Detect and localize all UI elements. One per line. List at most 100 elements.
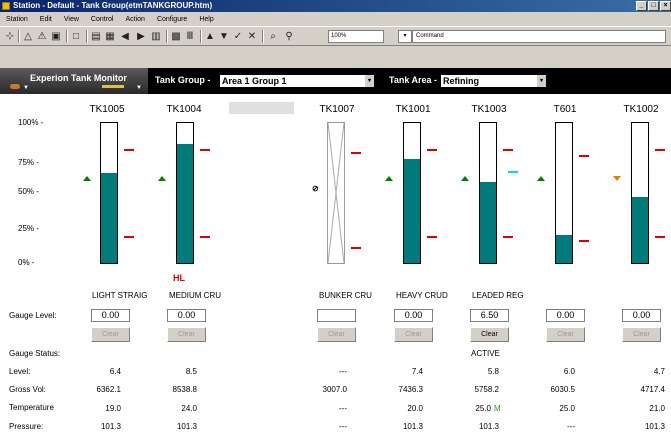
manual-flag: M (494, 404, 501, 413)
tank-fill (556, 235, 572, 263)
level-value: 6.4 (109, 367, 121, 376)
cancel-icon[interactable]: ✕ (246, 30, 258, 43)
acknowledge-icon[interactable]: ✓ (232, 30, 244, 43)
events-icon[interactable]: ▣ (50, 30, 62, 43)
clear-button[interactable]: Clear (317, 327, 356, 342)
faceplate-icon[interactable]: Ⅲ (184, 30, 196, 43)
trend-up-icon (461, 176, 469, 181)
temperature-value: --- (339, 404, 347, 413)
trend-icon[interactable]: ▩ (170, 30, 182, 43)
trend-warning-icon (613, 176, 621, 181)
clear-button[interactable]: Clear (167, 327, 206, 342)
zoom-dropdown[interactable]: ▾ (398, 30, 412, 43)
tank-fill (632, 197, 648, 263)
menu-action[interactable]: Action (119, 16, 150, 23)
clear-button[interactable]: Clear (394, 327, 433, 342)
alarm-summary-icon[interactable]: ⚠ (36, 30, 48, 43)
level-value: 7.4 (411, 367, 423, 376)
gauge-level-input[interactable]: 0.00 (622, 309, 661, 322)
pressure-value: --- (567, 422, 575, 431)
tank-area-select[interactable]: Refining ▾ (441, 75, 546, 87)
level-value: 5.8 (487, 367, 499, 376)
tank-gauge[interactable] (100, 122, 118, 264)
tank-name: TK1005 (89, 104, 125, 115)
high-alarm-mark (503, 149, 513, 151)
low-alarm-mark (124, 236, 134, 238)
trend-up-icon (158, 176, 166, 181)
lower-icon[interactable]: ▼ (218, 30, 230, 43)
page-down-icon[interactable]: ▦ (104, 30, 116, 43)
axis-tick-75: 75% - (18, 158, 39, 167)
back-icon[interactable]: ◀ (118, 30, 132, 43)
print-icon[interactable]: ▥ (150, 30, 162, 43)
menu-arrow-icon: ▼ (136, 85, 142, 91)
tank-name: T601 (553, 104, 577, 115)
tank-fill (480, 181, 496, 263)
axis-tick-0: 0% - (18, 258, 35, 267)
close-button[interactable]: × (660, 1, 671, 11)
tank-name: TK1004 (166, 104, 202, 115)
gauge-level-input[interactable]: 0.00 (91, 309, 130, 322)
tank-name: TK1007 (319, 104, 355, 115)
axis-tick-25: 25% - (18, 224, 39, 233)
chevron-down-icon[interactable]: ▾ (365, 75, 374, 87)
tank-gauge[interactable] (479, 122, 497, 264)
tank-gauge[interactable] (403, 122, 421, 264)
menu-view[interactable]: View (58, 16, 85, 23)
minimize-button[interactable]: _ (636, 1, 647, 11)
command-input[interactable]: Command (412, 30, 666, 43)
gauge-level-input[interactable]: 0.00 (394, 309, 433, 322)
menu-station[interactable]: Station (0, 16, 34, 23)
page-up-icon[interactable]: ▤ (90, 30, 102, 43)
axis-tick-100: 100% - (18, 118, 44, 127)
pressure-value: --- (339, 422, 347, 431)
gauge-level-input[interactable]: 0.00 (167, 309, 206, 322)
level-value: 6.0 (563, 367, 575, 376)
gauge-status-value: ACTIVE (471, 349, 500, 358)
trend-up-icon (385, 176, 393, 181)
tank-area-label: Tank Area - (389, 75, 438, 85)
pressure-value: 101.3 (644, 422, 665, 431)
toolbar-separator (86, 30, 88, 43)
search-icon[interactable]: ⌕ (266, 30, 280, 43)
pressure-value: 101.3 (100, 422, 121, 431)
brand-panel[interactable]: ▼ Experion Tank Monitor ▼ (0, 68, 148, 94)
tank-fill (177, 144, 193, 263)
forward-icon[interactable]: ▶ (134, 30, 148, 43)
clear-button[interactable]: Clear (546, 327, 585, 342)
clear-button[interactable]: Clear (91, 327, 130, 342)
high-alarm-mark (579, 155, 589, 157)
empty-slot (229, 102, 294, 114)
menu-edit[interactable]: Edit (34, 16, 58, 23)
window-title: Station - Default - Tank Group(etmTANKGR… (13, 1, 213, 10)
toolbar-separator (166, 30, 168, 43)
tank-group-select[interactable]: Area 1 Group 1 ▾ (220, 75, 374, 87)
product-name: MEDIUM CRU (169, 291, 221, 300)
clear-button[interactable]: Clear (622, 327, 661, 342)
clear-button[interactable]: Clear (470, 327, 509, 342)
gauge-status-label: Gauge Status: (9, 349, 61, 358)
zoom-input[interactable]: 100% (328, 30, 384, 43)
tank-gauge[interactable] (631, 122, 649, 264)
maximize-button[interactable]: □ (648, 1, 659, 11)
tank-gauge[interactable] (176, 122, 194, 264)
toolbar-separator (66, 30, 68, 43)
gauge-level-input[interactable]: 0.00 (546, 309, 585, 322)
gauge-level-input[interactable]: 6.50 (470, 309, 509, 322)
tank-gauge[interactable] (555, 122, 573, 264)
gauge-level-input[interactable] (317, 309, 356, 322)
page-icon[interactable]: □ (70, 30, 82, 43)
low-alarm-mark (351, 247, 361, 249)
zoom-icon[interactable]: ⚲ (282, 30, 296, 43)
raise-icon[interactable]: ▲ (204, 30, 216, 43)
menu-help[interactable]: Help (193, 16, 219, 23)
high-alarm-mark (200, 149, 210, 151)
menu-configure[interactable]: Configure (151, 16, 193, 23)
alarm-icon[interactable]: △ (22, 30, 34, 43)
menu-control[interactable]: Control (85, 16, 120, 23)
tank-gauge[interactable] (327, 122, 345, 264)
chevron-down-icon[interactable]: ▾ (537, 75, 546, 87)
network-icon[interactable]: ⊹ (4, 30, 16, 43)
gross-vol-value: 6362.1 (96, 385, 121, 394)
gross-vol-label: Gross Vol: (9, 385, 46, 394)
